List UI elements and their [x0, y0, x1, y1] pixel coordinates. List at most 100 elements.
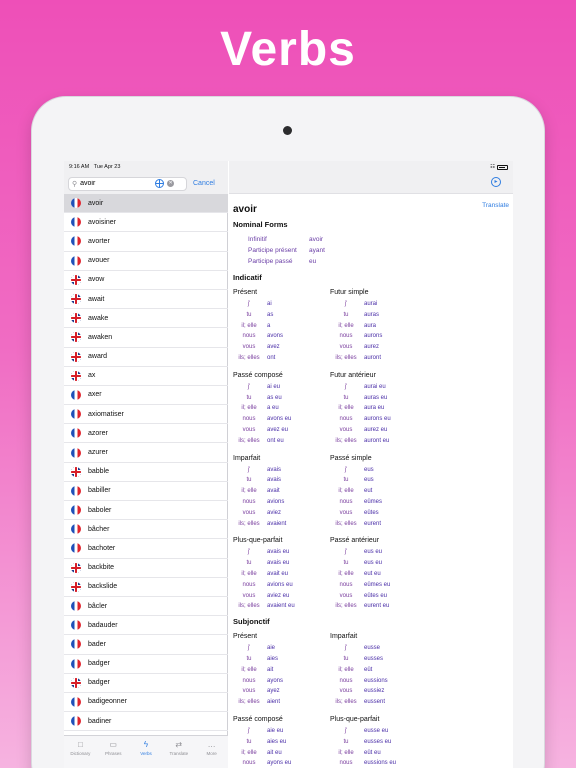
pronoun: il; elle — [338, 749, 354, 756]
tab-more[interactable]: … More — [195, 736, 228, 768]
tense-name: Futur antérieur — [330, 371, 376, 379]
french-flag-icon — [71, 543, 81, 554]
verb-form: avait eu — [267, 570, 289, 577]
word-list-item[interactable]: badger — [64, 655, 228, 674]
word-label: badger — [88, 679, 110, 687]
word-list-item[interactable]: backslide — [64, 578, 228, 597]
conjugation-row: nous avions eu — [233, 580, 330, 591]
french-flag-icon — [71, 255, 81, 266]
verb-form: aurons eu — [364, 416, 391, 423]
word-label: axer — [88, 391, 102, 399]
conjugation-row: tu eus eu — [330, 558, 427, 569]
tense-name: Imparfait — [233, 454, 261, 462]
word-label: bâcler — [88, 602, 108, 610]
word-list-item[interactable]: await — [64, 290, 228, 310]
conjugation-row: il; elle a — [233, 321, 330, 332]
word-list-item[interactable]: bâcher — [64, 520, 228, 540]
search-box[interactable]: ⚲ ✕ — [68, 176, 187, 191]
cancel-button[interactable]: Cancel — [193, 180, 215, 187]
french-flag-icon — [71, 639, 81, 650]
tab-verbs[interactable]: ϟ Verbs — [130, 736, 163, 768]
word-label: awake — [88, 314, 109, 322]
french-flag-icon — [71, 485, 81, 496]
word-label: bader — [88, 640, 106, 648]
conjugation-row: vous aurez — [330, 342, 427, 353]
search-input[interactable] — [80, 180, 153, 187]
verb-form: a — [267, 322, 271, 329]
tab-translate[interactable]: ⇄ Translate — [162, 736, 195, 768]
word-list-item[interactable]: avorter — [64, 232, 228, 252]
word-list-item[interactable]: avoir — [64, 194, 228, 214]
word-list-item[interactable]: babiller — [64, 482, 228, 501]
globe-icon[interactable] — [155, 179, 165, 188]
word-label: badger — [88, 660, 110, 668]
word-list-item[interactable]: badigeonner — [64, 693, 228, 713]
word-list-item[interactable]: azorer — [64, 424, 228, 444]
word-list-pane: 9:16 AM Tue Apr 23 ⚲ ✕ Cancel avoir avois… — [64, 161, 228, 768]
word-list-item[interactable]: bachoter — [64, 539, 228, 559]
translate-button[interactable]: Translate — [482, 202, 509, 209]
word-list-item[interactable]: badiner — [64, 712, 228, 732]
tab-dictionary[interactable]: □ Dictionary — [64, 736, 97, 768]
verb-form: aies eu — [267, 738, 287, 745]
pronoun: nous — [339, 760, 353, 767]
word-list-item[interactable]: awaken — [64, 328, 228, 348]
verb-form: ait eu — [267, 749, 282, 756]
conjugation-row: ils; elles eurent — [330, 519, 427, 530]
conjugation-row: j' eus eu — [330, 547, 427, 558]
tab-phrases[interactable]: ▭ Phrases — [97, 736, 130, 768]
word-list-item[interactable]: awake — [64, 309, 228, 329]
pronoun: vous — [242, 688, 256, 695]
tense-block: Passé antérieur j' eus eu tu eus eu il; elle e… — [330, 535, 427, 612]
verb-form: eusse — [364, 645, 381, 652]
word-list-item[interactable]: ax — [64, 367, 228, 386]
pronoun: il; elle — [241, 666, 257, 673]
word-list-item[interactable]: award — [64, 348, 228, 367]
conjugation-row: ils; elles auront — [330, 353, 427, 364]
word-list-item[interactable]: azurer — [64, 443, 228, 463]
word-label: avoir — [88, 199, 104, 207]
word-list-item[interactable]: backbite — [64, 559, 228, 578]
pronoun: tu — [246, 738, 252, 745]
word-list-item[interactable]: avouer — [64, 252, 228, 271]
verb-form: eus eu — [364, 549, 383, 556]
word-list-item[interactable]: bader — [64, 635, 228, 655]
pronoun: tu — [246, 394, 252, 401]
conjugation-row: vous eussiez — [330, 686, 427, 697]
verb-form: avais — [267, 466, 282, 473]
verb-form: eûmes — [364, 498, 383, 505]
word-label: badauder — [88, 621, 118, 629]
word-list-item[interactable]: bâcler — [64, 597, 228, 617]
pronoun: il; elle — [338, 570, 354, 577]
tense-name: Imparfait — [330, 633, 358, 641]
battery-icon — [497, 164, 508, 170]
conjugation-row: tu avais eu — [233, 558, 330, 569]
word-label: award — [88, 353, 108, 361]
word-list-item[interactable]: badger — [64, 674, 228, 693]
word-list-item[interactable]: avow — [64, 271, 228, 290]
conjugation-row: nous eûmes — [330, 497, 427, 508]
word-label: awaken — [88, 333, 113, 341]
word-list-item[interactable]: badauder — [64, 616, 228, 636]
verb-form: ayons eu — [267, 760, 292, 767]
word-list-item[interactable]: babble — [64, 463, 228, 482]
verb-form: ayez — [267, 688, 280, 695]
clear-icon[interactable]: ✕ — [167, 180, 175, 187]
word-list-item[interactable]: baboler — [64, 501, 228, 521]
french-flag-icon — [71, 447, 81, 458]
conjugation-row: ils; elles auront eu — [330, 436, 427, 447]
word-label: badigeonner — [88, 698, 127, 706]
word-list-item[interactable]: axiomatiser — [64, 405, 228, 425]
pronoun: j' — [344, 383, 348, 390]
speaker-icon[interactable]: ▸ — [491, 177, 501, 187]
hero-title: Verbs — [220, 23, 356, 76]
french-flag-icon — [71, 505, 81, 516]
word-list-item[interactable]: axer — [64, 386, 228, 406]
mood-title: Indicatif — [233, 273, 262, 282]
word-list-item[interactable]: avoisiner — [64, 213, 228, 233]
book-icon: □ — [77, 740, 83, 749]
verb-form: aviez — [267, 509, 282, 516]
ellipsis-icon: … — [207, 740, 216, 749]
tense-name: Présent — [233, 633, 258, 641]
french-flag-icon — [71, 428, 81, 439]
